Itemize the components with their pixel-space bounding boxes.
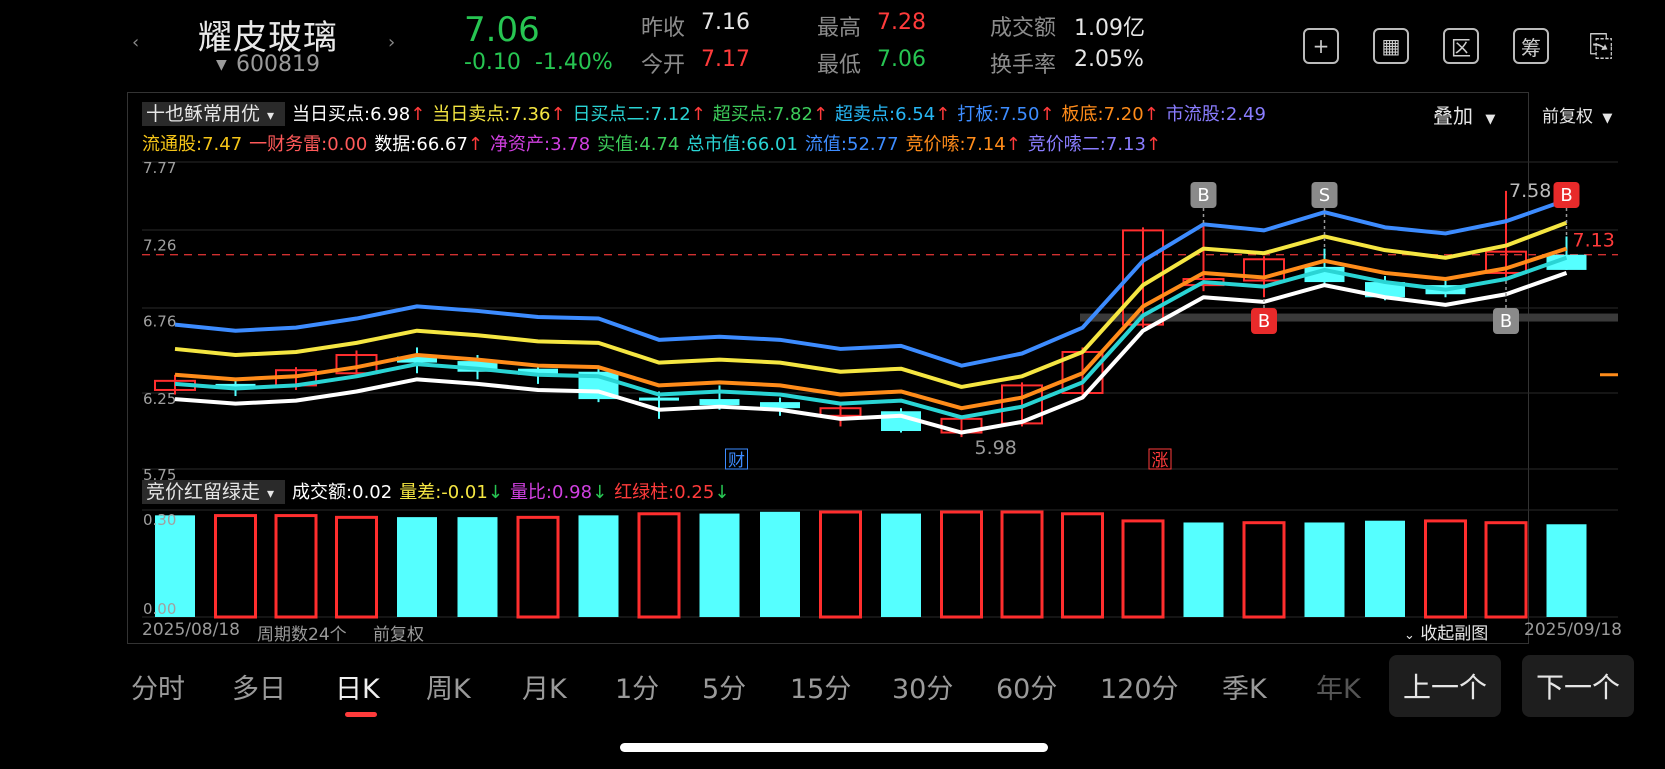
y-tick-label: 7.77 — [143, 159, 176, 177]
start-date: 2025/08/18 — [142, 620, 240, 640]
volume-bar — [214, 514, 257, 619]
tab-period[interactable]: 月K — [522, 667, 567, 706]
arrow-down-icon: ↓ — [714, 482, 730, 503]
indicator-value: 红绿柱:0.25 — [614, 482, 715, 503]
kline-chart[interactable]: 7.777.266.766.255.757.585.987.13B SB BB财 涨0… — [0, 0, 1665, 769]
volume-bar — [578, 515, 619, 617]
tab-period[interactable]: 周K — [426, 667, 471, 706]
volume-bar — [637, 512, 681, 619]
indicator-selector-label: 竞价红留绿走 — [146, 481, 261, 503]
volume-bar — [1424, 519, 1467, 619]
volume-bar — [1242, 521, 1286, 619]
next-stock-button[interactable]: 下一个 — [1522, 655, 1634, 717]
y-tick-label: 6.76 — [143, 313, 176, 331]
tab-period[interactable]: 日K — [335, 667, 380, 706]
arrow-down-icon: ↓ — [592, 482, 608, 503]
tab-period[interactable]: 30分 — [892, 667, 953, 706]
collapse-subchart-button[interactable]: ⌄ 收起副图 — [1404, 619, 1488, 644]
indicator-value: 成交额:0.02 — [292, 482, 393, 503]
active-tab-underline — [345, 712, 377, 717]
sub-indicator-row: 竞价红留绿走 ▾ 成交额:0.02 量差:-0.01↓ 量比:0.98↓ 红绿柱:0.25… — [142, 477, 736, 504]
high-label: 7.58 — [1509, 180, 1551, 202]
volume-y-label: 0.00 — [143, 600, 176, 618]
volume-bar — [699, 513, 740, 617]
volume-bar — [1484, 521, 1528, 619]
volume-bar — [1365, 520, 1405, 617]
volume-bar — [457, 517, 498, 617]
volume-bar — [1183, 522, 1224, 617]
candle-body — [699, 399, 740, 406]
volume-bar — [1061, 512, 1104, 619]
volume-bar — [1304, 522, 1345, 617]
collapse-label: 收起副图 — [1420, 624, 1489, 644]
tab-period[interactable]: 5分 — [702, 667, 746, 706]
indicator-line — [174, 271, 1568, 435]
signal-label: B — [1258, 311, 1270, 332]
event-marker: 财 — [728, 451, 745, 471]
ref-label: 7.13 — [1573, 230, 1615, 252]
volume-bar — [274, 514, 318, 619]
prev-stock-button[interactable]: 上一个 — [1389, 655, 1501, 717]
tab-period[interactable]: 15分 — [790, 667, 851, 706]
tab-period[interactable]: 季K — [1222, 667, 1267, 706]
signal-label: S — [1319, 185, 1330, 206]
volume-y-label: 0.30 — [143, 511, 176, 529]
volume-bar — [1546, 524, 1587, 617]
arrow-down-icon: ↓ — [487, 482, 503, 503]
footer-adjust: 前复权 — [373, 625, 424, 645]
tab-period[interactable]: 多日 — [232, 667, 286, 706]
candle-body — [639, 397, 679, 401]
volume-bar — [1121, 519, 1165, 619]
low-label: 5.98 — [975, 437, 1017, 459]
tab-period[interactable]: 1分 — [615, 667, 659, 706]
signal-label: B — [1500, 311, 1512, 332]
signal-label: B — [1560, 185, 1572, 206]
end-date: 2025/09/18 — [1524, 620, 1622, 640]
event-marker: 涨 — [1152, 451, 1169, 471]
chevron-down-icon: ▾ — [267, 486, 275, 502]
period-count: 周期数24个 — [257, 625, 347, 645]
indicator-value: 量差:-0.01 — [399, 482, 488, 503]
y-tick-label: 7.26 — [143, 237, 176, 255]
collapse-chevron-icon: ⌄ — [1404, 628, 1415, 643]
volume-bar — [881, 513, 921, 617]
indicator-selector[interactable]: 竞价红留绿走 ▾ — [142, 480, 286, 504]
tab-period[interactable]: 分时 — [131, 667, 185, 706]
indicator-line — [174, 198, 1568, 368]
volume-bar — [940, 510, 983, 619]
y-tick-label: 6.25 — [143, 390, 176, 408]
volume-bar — [335, 515, 378, 619]
volume-bar — [516, 515, 560, 619]
volume-bar — [397, 517, 437, 617]
volume-bar — [1000, 510, 1044, 619]
tab-period[interactable]: 120分 — [1100, 667, 1179, 706]
signal-label: B — [1197, 185, 1209, 206]
home-indicator — [620, 743, 1048, 752]
tab-period[interactable]: 年K — [1316, 667, 1361, 706]
indicator-value: 量比:0.98 — [509, 482, 593, 503]
volume-bar — [819, 510, 862, 619]
volume-bar — [760, 511, 800, 617]
tab-period[interactable]: 60分 — [996, 667, 1057, 706]
